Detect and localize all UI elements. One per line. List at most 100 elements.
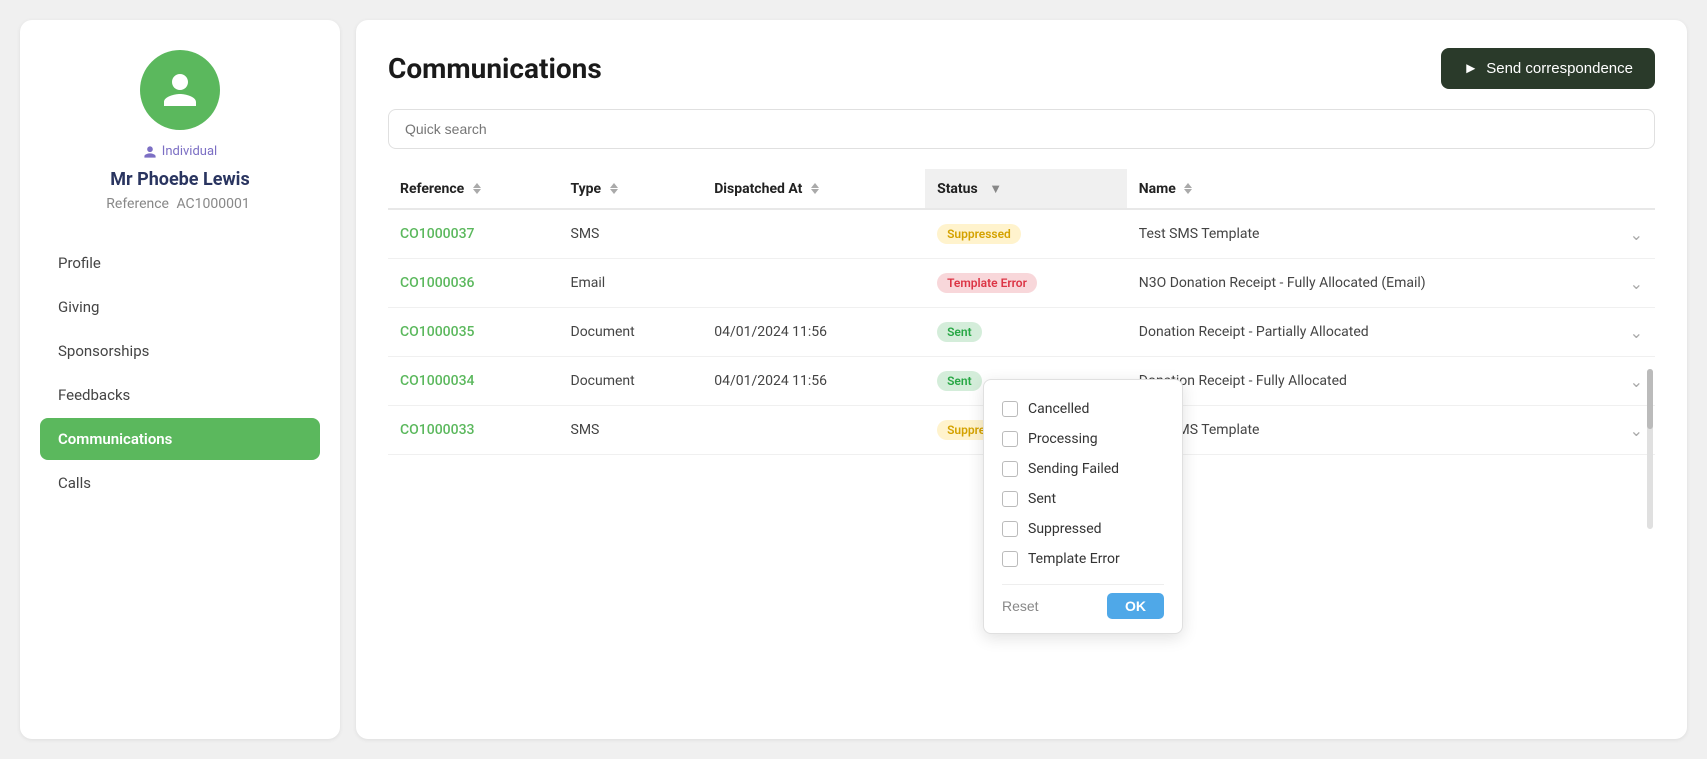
table-row: CO1000037 SMS Suppressed Test SMS Templa… <box>388 209 1655 259</box>
individual-label: Individual <box>162 144 217 159</box>
template-name: Test SMS Template <box>1139 226 1260 242</box>
cell-dispatched-at: 04/01/2024 11:56 <box>702 308 925 357</box>
filter-checkbox-sent[interactable] <box>1002 491 1018 507</box>
reference-link[interactable]: CO1000035 <box>400 324 474 340</box>
filter-option-label: Cancelled <box>1028 401 1089 417</box>
reference-link[interactable]: CO1000037 <box>400 226 474 242</box>
filter-option-cancelled[interactable]: Cancelled <box>1002 394 1164 424</box>
cell-dispatched-at <box>702 209 925 259</box>
filter-checkbox-template_error[interactable] <box>1002 551 1018 567</box>
send-btn-label: Send correspondence <box>1486 60 1633 77</box>
status-filter-button[interactable]: ▼ <box>985 179 1006 198</box>
type-sort-icon <box>610 183 618 194</box>
cell-name: Donation Receipt - Fully Allocated ⌄ <box>1127 357 1655 406</box>
reference-link[interactable]: CO1000033 <box>400 422 474 438</box>
person-reference: Reference AC1000001 <box>106 196 253 212</box>
sidebar-item-calls[interactable]: Calls <box>40 462 320 504</box>
status-filter-dropdown: Cancelled Processing Sending Failed Sent… <box>983 379 1183 634</box>
filter-checkbox-processing[interactable] <box>1002 431 1018 447</box>
sidebar-item-profile[interactable]: Profile <box>40 242 320 284</box>
table-header: Reference Type Dispatched <box>388 169 1655 209</box>
filter-option-processing[interactable]: Processing <box>1002 424 1164 454</box>
sidebar-item-sponsorships[interactable]: Sponsorships <box>40 330 320 372</box>
cell-reference: CO1000035 <box>388 308 559 357</box>
person-name: Mr Phoebe Lewis <box>110 169 249 190</box>
col-name-label: Name <box>1139 181 1176 197</box>
cell-name: Test SMS Template ⌄ <box>1127 209 1655 259</box>
send-correspondence-button[interactable]: ► Send correspondence <box>1441 48 1655 89</box>
col-status-label: Status <box>937 181 978 197</box>
status-badge: Sent <box>937 322 982 342</box>
table-scrollbar[interactable] <box>1647 369 1653 529</box>
search-input[interactable] <box>388 109 1655 149</box>
avatar <box>140 50 220 130</box>
col-name[interactable]: Name <box>1127 169 1655 209</box>
cell-reference: CO1000036 <box>388 259 559 308</box>
filter-options: Cancelled Processing Sending Failed Sent… <box>1002 394 1164 574</box>
status-badge: Suppressed <box>937 224 1021 244</box>
cell-reference: CO1000037 <box>388 209 559 259</box>
filter-option-label: Suppressed <box>1028 521 1102 537</box>
cell-type: Document <box>559 308 703 357</box>
cell-reference: CO1000034 <box>388 357 559 406</box>
reference-link[interactable]: CO1000034 <box>400 373 474 389</box>
template-name: Donation Receipt - Partially Allocated <box>1139 324 1369 340</box>
col-type[interactable]: Type <box>559 169 703 209</box>
status-badge: Sent <box>937 371 982 391</box>
filter-option-label: Sent <box>1028 491 1056 507</box>
template-name: N3O Donation Receipt - Fully Allocated (… <box>1139 275 1426 291</box>
cell-type: SMS <box>559 406 703 455</box>
table-row: CO1000035 Document 04/01/2024 11:56 Sent… <box>388 308 1655 357</box>
filter-checkbox-suppressed[interactable] <box>1002 521 1018 537</box>
reference-link[interactable]: CO1000036 <box>400 275 474 291</box>
cell-name: N3O Donation Receipt - Fully Allocated (… <box>1127 259 1655 308</box>
filter-option-sending_failed[interactable]: Sending Failed <box>1002 454 1164 484</box>
filter-option-sent[interactable]: Sent <box>1002 484 1164 514</box>
chevron-down-icon[interactable]: ⌄ <box>1630 372 1643 391</box>
col-status[interactable]: Status ▼ <box>925 169 1127 209</box>
cell-dispatched-at <box>702 259 925 308</box>
cell-status: Sent <box>925 308 1127 357</box>
reference-value: AC1000001 <box>176 196 249 212</box>
sidebar-item-giving[interactable]: Giving <box>40 286 320 328</box>
person-icon <box>160 70 200 110</box>
individual-badge: Individual <box>143 144 217 159</box>
col-dispatched-at-label: Dispatched At <box>714 181 802 197</box>
chevron-down-icon[interactable]: ⌄ <box>1630 421 1643 440</box>
reference-label: Reference <box>106 196 169 212</box>
cell-dispatched-at: 04/01/2024 11:56 <box>702 357 925 406</box>
cell-name: Donation Receipt - Partially Allocated ⌄ <box>1127 308 1655 357</box>
col-reference-label: Reference <box>400 181 464 197</box>
filter-reset-button[interactable]: Reset <box>1002 598 1039 614</box>
filter-ok-button[interactable]: OK <box>1107 593 1164 619</box>
sidebar-item-communications[interactable]: Communications <box>40 418 320 460</box>
scrollbar-thumb <box>1647 369 1653 429</box>
cell-reference: CO1000033 <box>388 406 559 455</box>
cell-name: Test SMS Template ⌄ <box>1127 406 1655 455</box>
col-reference[interactable]: Reference <box>388 169 559 209</box>
send-icon: ► <box>1463 60 1478 77</box>
sidebar-item-feedbacks[interactable]: Feedbacks <box>40 374 320 416</box>
cell-type: Document <box>559 357 703 406</box>
cell-dispatched-at <box>702 406 925 455</box>
filter-checkbox-sending_failed[interactable] <box>1002 461 1018 477</box>
filter-option-template_error[interactable]: Template Error <box>1002 544 1164 574</box>
filter-checkbox-cancelled[interactable] <box>1002 401 1018 417</box>
chevron-down-icon[interactable]: ⌄ <box>1630 274 1643 293</box>
individual-icon <box>143 145 157 159</box>
name-sort-icon <box>1184 183 1192 194</box>
chevron-down-icon[interactable]: ⌄ <box>1630 225 1643 244</box>
col-type-label: Type <box>571 181 602 197</box>
filter-dropdown-actions: Reset OK <box>1002 584 1164 619</box>
chevron-down-icon[interactable]: ⌄ <box>1630 323 1643 342</box>
status-badge: Template Error <box>937 273 1037 293</box>
main-content: Communications ► Send correspondence Ref… <box>340 0 1707 759</box>
filter-option-label: Sending Failed <box>1028 461 1119 477</box>
col-dispatched-at[interactable]: Dispatched At <box>702 169 925 209</box>
page-header: Communications ► Send correspondence <box>388 48 1655 89</box>
content-panel: Communications ► Send correspondence Ref… <box>356 20 1687 739</box>
filter-option-suppressed[interactable]: Suppressed <box>1002 514 1164 544</box>
table-wrap: Reference Type Dispatched <box>388 169 1655 711</box>
cell-status: Suppressed <box>925 209 1127 259</box>
cell-status: Template Error <box>925 259 1127 308</box>
